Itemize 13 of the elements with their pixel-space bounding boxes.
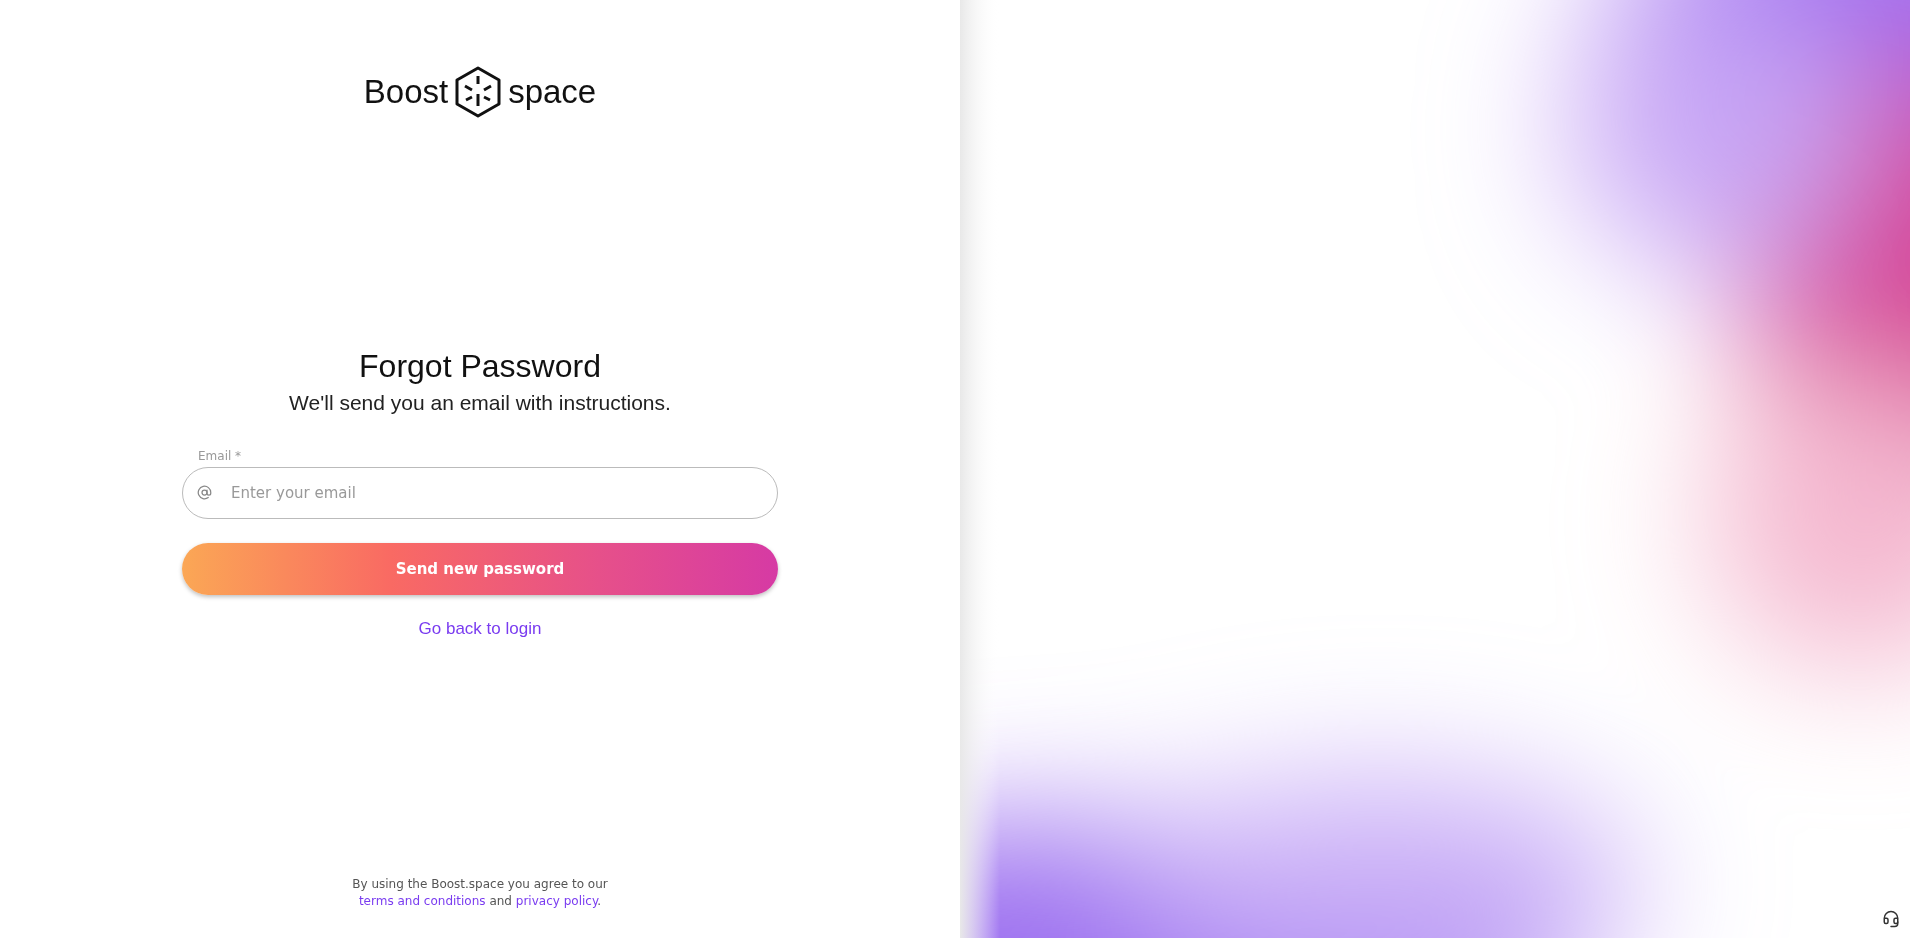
logo-text: Boost — [363, 73, 449, 111]
back-to-login-link[interactable]: Go back to login — [418, 619, 542, 639]
terms-link[interactable]: terms and conditions — [358, 894, 486, 908]
page-subtitle: We'll send you an email with instructions. — [289, 391, 671, 415]
terms-notice: By using the Boost.space you agree to our terms and conditions and privacy policy. — [351, 876, 609, 910]
send-password-button[interactable]: Send new password — [182, 543, 778, 595]
field-label: Email * — [198, 449, 242, 463]
logo-text: space — [508, 73, 597, 111]
at-sign-icon — [197, 485, 212, 500]
cube-logo-icon — [454, 66, 503, 118]
email-field[interactable]: Enter your email — [182, 467, 778, 519]
support-icon[interactable] — [1882, 910, 1900, 928]
page-title: Forgot Password — [359, 348, 601, 385]
